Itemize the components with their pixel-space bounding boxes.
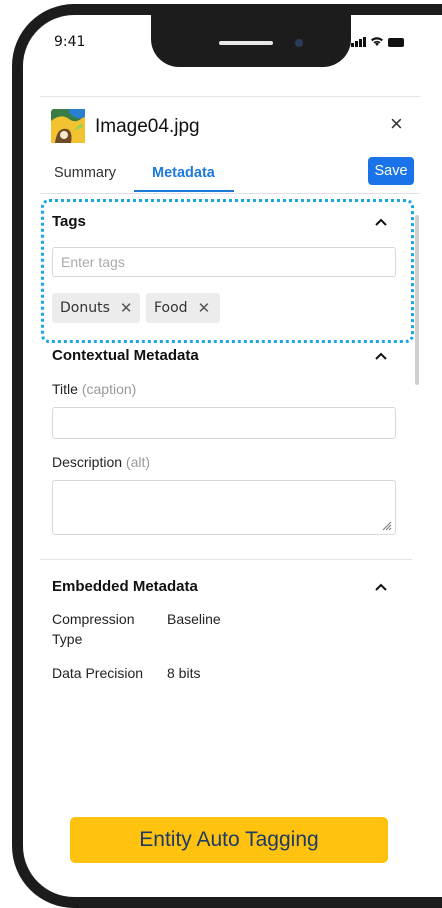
collapse-contextual-chevron-up-icon[interactable] [375,347,387,364]
save-button[interactable]: Save [368,157,414,185]
metadata-key: Data Precision [52,665,144,681]
entity-auto-tagging-button[interactable]: Entity Auto Tagging [70,817,388,863]
tab-bar: Summary Metadata [40,151,420,194]
tags-highlight-outline [41,199,414,343]
description-textarea[interactable] [52,480,396,535]
section-divider [40,559,412,560]
file-title: Image04.jpg [95,116,200,137]
scrollbar-thumb[interactable] [415,215,419,385]
description-field-label: Description (alt) [52,454,150,470]
status-icons [351,36,404,47]
title-label-text: Title [52,381,78,397]
phone-notch [151,15,351,67]
asset-panel: Image04.jpg × Summary Metadata Save Tags… [40,96,420,705]
panel-header: Image04.jpg × [40,97,420,149]
title-input[interactable] [52,407,396,439]
title-field-label: Title (caption) [52,381,136,397]
battery-icon [388,38,404,47]
collapse-embedded-chevron-up-icon[interactable] [375,578,387,595]
tab-metadata[interactable]: Metadata [152,165,215,181]
camera [295,39,303,47]
tab-summary[interactable]: Summary [54,165,116,181]
close-icon[interactable]: × [390,111,403,137]
description-label-text: Description [52,454,123,470]
signal-icon [351,37,366,47]
wifi-icon [371,37,383,46]
resize-handle-icon[interactable] [382,521,392,531]
metadata-key: Compression Type [52,611,135,647]
metadata-value: 8 bits [167,665,201,681]
embedded-metadata-heading: Embedded Metadata [52,578,198,595]
image-thumbnail [51,109,85,143]
description-label-hint: (alt) [125,454,151,470]
title-label-hint: (caption) [81,381,137,397]
status-time: 9:41 [54,34,86,50]
contextual-metadata-heading: Contextual Metadata [52,347,199,364]
metadata-value: Baseline [167,611,221,627]
active-tab-indicator [134,190,234,192]
speaker [219,41,273,45]
